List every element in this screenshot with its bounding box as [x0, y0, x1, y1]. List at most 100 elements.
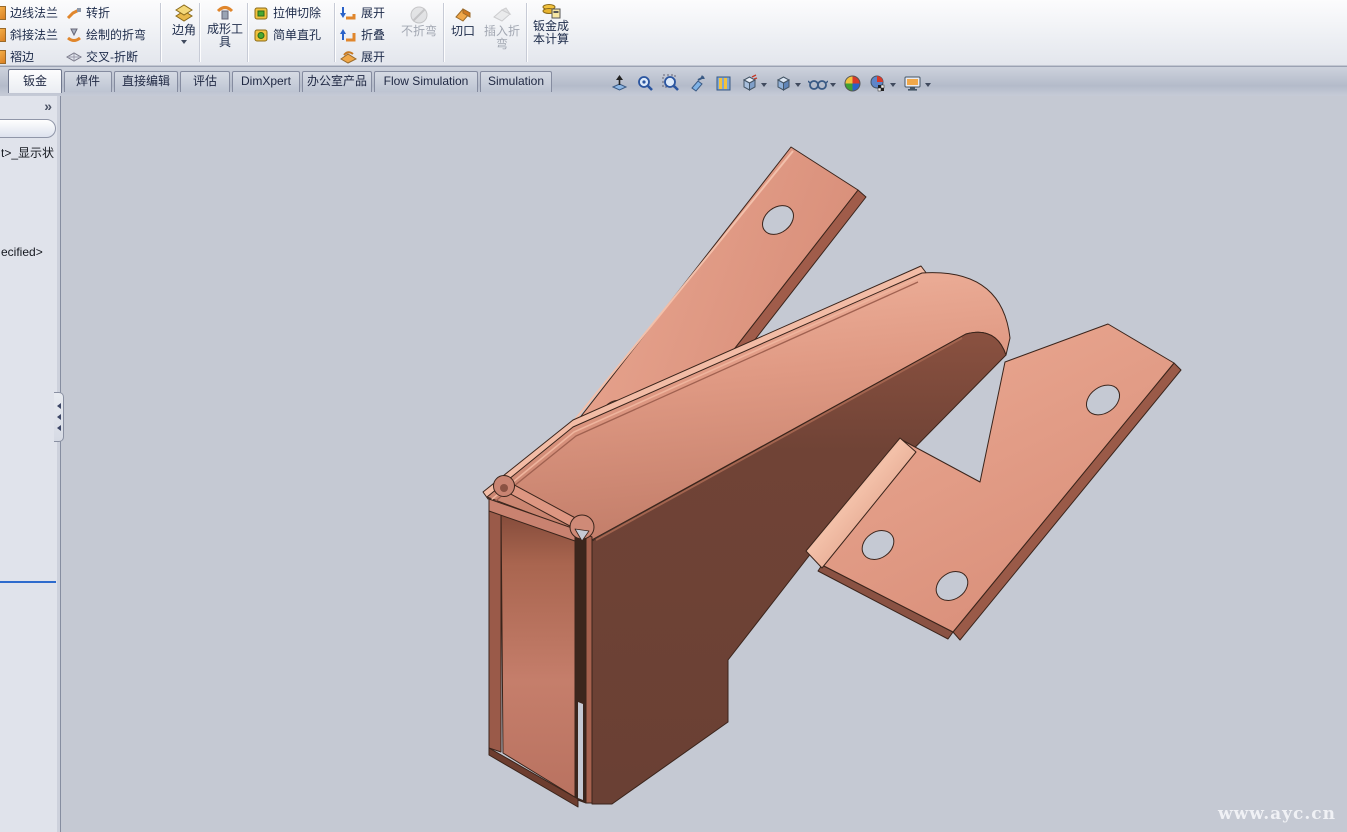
tree-header-pill[interactable]: [0, 119, 56, 138]
left-hem-face[interactable]: [501, 505, 578, 799]
view-orientation-icon[interactable]: [740, 74, 767, 93]
sheet-metal-costing-label: 钣金成本计算: [530, 20, 572, 46]
flatten-label: 展开: [361, 48, 385, 65]
edge-flange-icon: [0, 6, 6, 20]
fold-icon: [340, 27, 357, 43]
unfold-icon: [340, 5, 357, 21]
collapse-arrow-icon: [57, 403, 61, 409]
normal-to-icon[interactable]: [610, 74, 629, 93]
ribbon-separator: [199, 3, 200, 62]
simple-hole-button[interactable]: 简单直孔: [253, 24, 321, 45]
edit-appearance-icon[interactable]: [843, 74, 862, 93]
miter-flange-button[interactable]: 斜接法兰: [0, 24, 58, 45]
expand-panel-chevron[interactable]: »: [44, 98, 52, 114]
apply-scene-icon[interactable]: [869, 74, 896, 93]
collapse-arrow-icon: [57, 414, 61, 420]
dropdown-arrow-icon[interactable]: [890, 83, 896, 87]
corner-button[interactable]: 边角: [165, 2, 203, 44]
commandmanager-ribbon: 边线法兰 斜接法兰 褶边 转折 绘制的折弯 交叉-折断 边角 成形工具 拉伸切除: [0, 0, 1347, 66]
tab-flow-simulation[interactable]: Flow Simulation: [374, 71, 478, 92]
ribbon-separator: [443, 3, 444, 62]
graphics-area[interactable]: www.ayc.cn: [0, 96, 1347, 832]
fold-button[interactable]: 折叠: [340, 24, 385, 45]
zoom-to-fit-icon[interactable]: [636, 74, 655, 93]
tab-label: 焊件: [76, 74, 100, 88]
tab-sheet-metal[interactable]: 钣金: [8, 69, 62, 93]
heads-up-view-toolbar: [606, 70, 935, 96]
hem-button[interactable]: 褶边: [0, 46, 34, 67]
rip-icon: [453, 5, 473, 25]
flatten-icon: [340, 49, 357, 65]
panel-collapse-splitter[interactable]: [54, 392, 64, 442]
section-view-icon[interactable]: [714, 74, 733, 93]
watermark: www.ayc.cn: [1218, 804, 1336, 824]
tab-evaluate[interactable]: 评估: [180, 71, 230, 92]
extruded-cut-button[interactable]: 拉伸切除: [253, 2, 321, 23]
simple-hole-icon: [253, 27, 269, 43]
hem-label: 褶边: [10, 48, 34, 65]
dropdown-arrow-icon[interactable]: [830, 83, 836, 87]
zoom-to-area-icon[interactable]: [662, 74, 681, 93]
feature-tree-panel[interactable]: » t>_显示状 ecified>: [0, 96, 61, 832]
tab-simulation[interactable]: Simulation: [480, 71, 552, 92]
view-settings-icon[interactable]: [903, 74, 931, 93]
tab-weldments[interactable]: 焊件: [64, 71, 112, 92]
sketched-bend-button[interactable]: 绘制的折弯: [66, 24, 146, 45]
forming-tool-icon: [214, 3, 236, 23]
display-style-icon[interactable]: [774, 74, 801, 93]
corner-label: 边角: [172, 24, 196, 37]
tab-label: 直接编辑: [122, 74, 170, 88]
sheet-metal-part[interactable]: [0, 96, 1347, 832]
forming-tool-button[interactable]: 成形工具: [203, 3, 247, 49]
insert-bends-label: 插入折弯: [481, 25, 523, 51]
cross-break-label: 交叉-折断: [86, 48, 138, 65]
previous-view-icon[interactable]: [688, 74, 707, 93]
insert-bends-icon: [492, 5, 512, 25]
jog-label: 转折: [86, 4, 110, 21]
tab-label: Simulation: [488, 74, 544, 88]
corner-relief-left-inner: [500, 484, 508, 492]
tab-label: 钣金: [23, 74, 47, 88]
no-bends-label: 不折弯: [401, 25, 437, 38]
sheet-metal-costing-button[interactable]: 钣金成本计算: [529, 2, 573, 46]
part-geometry[interactable]: [483, 147, 1181, 807]
ribbon-separator: [247, 3, 248, 62]
dropdown-arrow-icon[interactable]: [925, 83, 931, 87]
ribbon-separator: [160, 3, 161, 62]
collapse-arrow-icon: [57, 425, 61, 431]
edge-flange-button[interactable]: 边线法兰: [0, 2, 58, 23]
insert-bends-button: 插入折弯: [480, 5, 524, 51]
jog-button[interactable]: 转折: [66, 2, 110, 23]
hem-return-strip: [586, 534, 592, 803]
unfold-label: 展开: [361, 4, 385, 21]
tab-dimxpert[interactable]: DimXpert: [232, 71, 300, 92]
tab-label: 评估: [193, 74, 217, 88]
tab-label: DimXpert: [241, 74, 291, 88]
tree-item-display-state[interactable]: t>_显示状: [1, 144, 59, 161]
rip-button[interactable]: 切口: [447, 5, 479, 38]
edge-flange-label: 边线法兰: [10, 4, 58, 21]
left-side-strip: [489, 499, 501, 752]
hem-icon: [0, 50, 6, 64]
tab-direct-editing[interactable]: 直接编辑: [114, 71, 178, 92]
hide-show-items-icon[interactable]: [808, 74, 836, 93]
tab-label: Flow Simulation: [384, 74, 469, 88]
no-bends-button: 不折弯: [396, 5, 442, 38]
corner-dropdown-icon[interactable]: [181, 40, 187, 44]
extruded-cut-label: 拉伸切除: [273, 4, 321, 21]
cross-break-button[interactable]: 交叉-折断: [66, 46, 138, 67]
sheet-metal-costing-icon: [541, 2, 561, 20]
ribbon-separator: [334, 3, 335, 62]
unfold-button[interactable]: 展开: [340, 2, 385, 23]
flatten-button[interactable]: 展开: [340, 46, 385, 67]
dropdown-arrow-icon[interactable]: [795, 83, 801, 87]
rip-gap-light-sliver: [578, 702, 583, 800]
jog-icon: [66, 5, 82, 21]
tree-item-material-not-specified[interactable]: ecified>: [1, 245, 59, 259]
corner-icon: [173, 2, 195, 24]
simple-hole-label: 简单直孔: [273, 26, 321, 43]
dropdown-arrow-icon[interactable]: [761, 83, 767, 87]
sketched-bend-label: 绘制的折弯: [86, 26, 146, 43]
sketched-bend-icon: [66, 27, 82, 43]
tab-office-products[interactable]: 办公室产品: [302, 71, 372, 92]
